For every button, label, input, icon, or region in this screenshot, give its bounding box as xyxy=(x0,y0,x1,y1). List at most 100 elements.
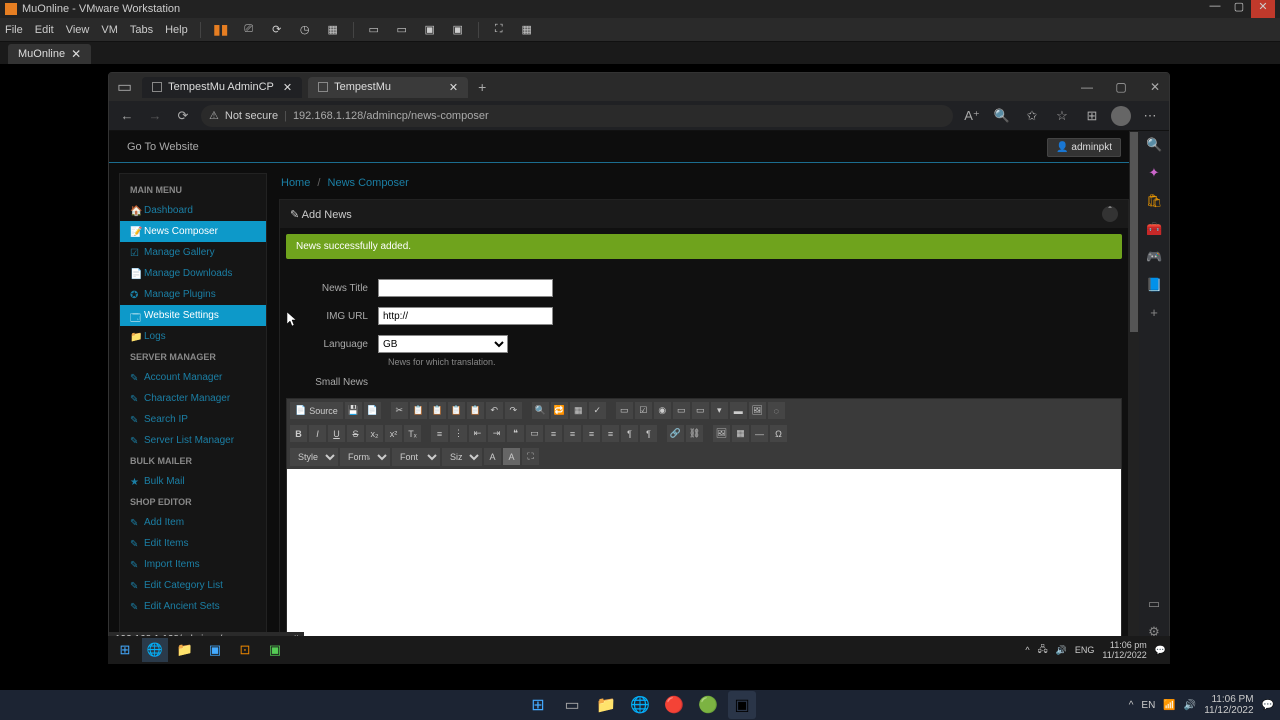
vm-snapshot-icon[interactable]: ◷ xyxy=(297,22,313,38)
aligncenter-icon[interactable]: ≡ xyxy=(564,425,581,442)
strike-icon[interactable]: S xyxy=(347,425,364,442)
newpage-icon[interactable]: 📄 xyxy=(364,402,381,419)
host-vmware-icon[interactable]: ▣ xyxy=(728,691,756,719)
sidebar-item-search-ip[interactable]: ✎Search IP xyxy=(120,409,266,430)
button-icon[interactable]: ▬ xyxy=(730,402,747,419)
vm-tab-muonline[interactable]: MuOnline ✕ xyxy=(8,44,91,64)
selectall-icon[interactable]: ▦ xyxy=(570,402,587,419)
vm-toolbar-btn[interactable]: ▦ xyxy=(325,22,341,38)
styles-select[interactable]: Styles xyxy=(290,448,338,466)
image-icon[interactable]: 🖼 xyxy=(713,425,730,442)
host-system-tray[interactable]: ^ EN 📶 🔊 11:06 PM 11/12/2022 💬 xyxy=(1129,694,1274,716)
forward-button[interactable]: → xyxy=(145,108,165,123)
vm-view-btn[interactable]: ▭ xyxy=(366,22,382,38)
host-tray-chevron-icon[interactable]: ^ xyxy=(1129,700,1134,711)
taskbar-edge-icon[interactable]: 🌐 xyxy=(142,638,168,662)
add-sidebar-icon[interactable]: + xyxy=(1146,305,1162,321)
tray-language[interactable]: ENG xyxy=(1075,645,1095,655)
subscript-icon[interactable]: x₂ xyxy=(366,425,383,442)
start-button[interactable]: ⊞ xyxy=(112,638,138,662)
url-input[interactable]: ⚠ Not secure | 192.168.1.128/admincp/new… xyxy=(201,105,953,127)
textarea-icon[interactable]: ▭ xyxy=(692,402,709,419)
sidebar-item-server-list-manager[interactable]: ✎Server List Manager xyxy=(120,430,266,451)
host-tray-volume-icon[interactable]: 🔊 xyxy=(1184,700,1196,711)
sidebar-item-account-manager[interactable]: ✎Account Manager xyxy=(120,367,266,388)
font-select[interactable]: Font xyxy=(392,448,440,466)
sidebar-item-manage-plugins[interactable]: ✪Manage Plugins xyxy=(120,284,266,305)
host-edge-icon[interactable]: 🌐 xyxy=(626,691,654,719)
radio-icon[interactable]: ◉ xyxy=(654,402,671,419)
shopping-icon[interactable]: 🛍 xyxy=(1146,193,1162,209)
host-start-button[interactable]: ⊞ xyxy=(524,691,552,719)
sidebar-item-manage-downloads[interactable]: 📄Manage Downloads xyxy=(120,263,266,284)
indent-icon[interactable]: ⇥ xyxy=(488,425,505,442)
spellcheck-icon[interactable]: ✓ xyxy=(589,402,606,419)
redo-icon[interactable]: ↷ xyxy=(505,402,522,419)
back-button[interactable]: ← xyxy=(117,108,137,123)
sidebar-item-logs[interactable]: 📁Logs xyxy=(120,326,266,347)
panel-collapse-icon[interactable]: ˆ xyxy=(1102,206,1118,222)
div-icon[interactable]: ▭ xyxy=(526,425,543,442)
sidebar-item-bulk-mail[interactable]: ★Bulk Mail xyxy=(120,471,266,492)
taskbar-xampp-icon[interactable]: ⊡ xyxy=(232,638,258,662)
tools-icon[interactable]: 🧰 xyxy=(1146,221,1162,237)
host-tray-wifi-icon[interactable]: 📶 xyxy=(1163,700,1175,711)
textcolor-icon[interactable]: A xyxy=(484,448,501,465)
read-aloud-icon[interactable]: A⁺ xyxy=(961,108,983,124)
removeformat-icon[interactable]: Tₓ xyxy=(404,425,421,442)
tray-volume-icon[interactable]: 🔊 xyxy=(1056,645,1067,656)
paste-word-icon[interactable]: 📋 xyxy=(467,402,484,419)
size-select[interactable]: Size xyxy=(442,448,482,466)
img-url-input[interactable] xyxy=(378,307,553,325)
vm-fullscreen-icon[interactable]: ⛶ xyxy=(491,22,507,38)
ltr-icon[interactable]: ¶ xyxy=(621,425,638,442)
vm-minimize-button[interactable]: — xyxy=(1203,0,1227,18)
checkbox-icon[interactable]: ☑ xyxy=(635,402,652,419)
textfield-icon[interactable]: ▭ xyxy=(673,402,690,419)
browser-minimize-button[interactable]: — xyxy=(1073,80,1101,94)
language-select[interactable]: GB xyxy=(378,335,508,353)
paste-text-icon[interactable]: 📋 xyxy=(448,402,465,419)
tray-notifications-icon[interactable]: 💬 xyxy=(1155,645,1166,656)
sidebar-item-manage-gallery[interactable]: ☑Manage Gallery xyxy=(120,242,266,263)
link-icon[interactable]: 🔗 xyxy=(667,425,684,442)
host-clock[interactable]: 11:06 PM 11/12/2022 xyxy=(1204,694,1253,716)
justify-icon[interactable]: ≡ xyxy=(602,425,619,442)
outdent-icon[interactable]: ⇤ xyxy=(469,425,486,442)
menu-tabs[interactable]: Tabs xyxy=(130,24,153,36)
collections-icon[interactable]: ⊞ xyxy=(1081,108,1103,124)
user-menu-button[interactable]: 👤 adminpkt xyxy=(1047,138,1121,157)
form-icon[interactable]: ▭ xyxy=(616,402,633,419)
menu-button[interactable]: ⋯ xyxy=(1139,108,1161,124)
browser-close-button[interactable]: ✕ xyxy=(1141,80,1169,94)
source-button[interactable]: 📄 Source xyxy=(290,402,343,419)
numlist-icon[interactable]: ≡ xyxy=(431,425,448,442)
bold-icon[interactable]: B xyxy=(290,425,307,442)
maximize-icon[interactable]: ⛶ xyxy=(522,448,539,465)
host-explorer-icon[interactable]: 📁 xyxy=(592,691,620,719)
menu-help[interactable]: Help xyxy=(165,24,188,36)
office-icon[interactable]: 📘 xyxy=(1146,277,1162,293)
host-notifications-icon[interactable]: 💬 xyxy=(1262,700,1274,711)
guest-clock[interactable]: 11:06 pm 11/12/2022 xyxy=(1102,640,1146,660)
bulletlist-icon[interactable]: ⋮ xyxy=(450,425,467,442)
underline-icon[interactable]: U xyxy=(328,425,345,442)
tab-close-icon[interactable]: ✕ xyxy=(449,81,458,94)
vm-pause-icon[interactable]: ▮▮ xyxy=(213,22,229,38)
sidebar-item-character-manager[interactable]: ✎Character Manager xyxy=(120,388,266,409)
browser-maximize-button[interactable]: ▢ xyxy=(1107,80,1135,94)
vm-unity-icon[interactable]: ▦ xyxy=(519,22,535,38)
sidebar-toggle-icon[interactable]: ▭ xyxy=(1146,596,1162,612)
undo-icon[interactable]: ↶ xyxy=(486,402,503,419)
menu-file[interactable]: File xyxy=(5,24,23,36)
breadcrumb-current[interactable]: News Composer xyxy=(328,177,409,189)
taskbar-app-icon[interactable]: ▣ xyxy=(262,638,288,662)
vm-toolbar-btn[interactable]: ⟳ xyxy=(269,22,285,38)
menu-edit[interactable]: Edit xyxy=(35,24,54,36)
italic-icon[interactable]: I xyxy=(309,425,326,442)
tab-close-icon[interactable]: ✕ xyxy=(283,81,292,94)
new-tab-button[interactable]: + xyxy=(478,79,486,95)
vm-close-button[interactable]: ✕ xyxy=(1251,0,1275,18)
vm-maximize-button[interactable]: ▢ xyxy=(1227,0,1251,18)
superscript-icon[interactable]: x² xyxy=(385,425,402,442)
